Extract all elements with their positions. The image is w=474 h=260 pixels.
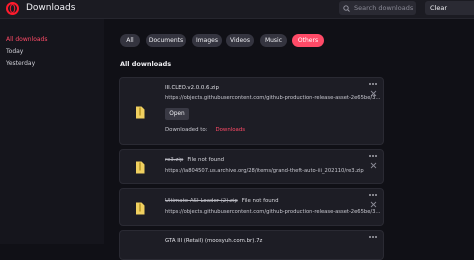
sidebar: All downloads Today Yesterday xyxy=(0,19,104,244)
downloaded-to-label: Downloaded to: xyxy=(165,127,208,133)
sidebar-item-all-downloads[interactable]: All downloads xyxy=(6,36,47,43)
file-name-row: re3.zip File not found xyxy=(165,157,224,163)
downloaded-to: Downloaded to: Downloads xyxy=(165,127,245,133)
search-box[interactable] xyxy=(339,1,416,15)
file-status: File not found xyxy=(241,198,279,204)
file-archive-icon xyxy=(136,106,145,119)
close-icon[interactable] xyxy=(370,162,377,169)
title-bar: Downloads Clear xyxy=(0,0,474,19)
file-url: https://ia804507.us.archive.org/28/items… xyxy=(165,168,364,174)
filter-images[interactable]: Images xyxy=(192,34,222,47)
downloads-folder-link[interactable]: Downloads xyxy=(215,127,245,133)
file-name[interactable]: GTA III (Retail) (moosyuh.com.br).7z xyxy=(165,238,262,244)
more-options-icon[interactable] xyxy=(368,234,378,240)
section-title: All downloads xyxy=(120,60,172,68)
close-icon[interactable] xyxy=(370,201,377,208)
more-options-icon[interactable] xyxy=(368,81,378,87)
opera-logo-icon xyxy=(6,2,19,15)
download-item: Ultimate-ASI-Loader (2).zip File not foun… xyxy=(119,188,384,226)
search-input[interactable] xyxy=(354,4,414,12)
file-status: File not found xyxy=(187,157,225,163)
file-archive-icon xyxy=(136,202,145,215)
filter-all[interactable]: All xyxy=(120,34,140,47)
download-item: re3.zip File not found https://ia804507.u… xyxy=(119,149,384,184)
window-title: Downloads xyxy=(26,3,76,13)
file-url: https://objects.githubusercontent.com/gi… xyxy=(165,209,381,215)
more-options-icon[interactable] xyxy=(368,192,378,198)
clear-button[interactable]: Clear xyxy=(425,1,474,15)
file-archive-icon xyxy=(136,161,145,174)
file-name: re3.zip xyxy=(165,157,184,163)
filter-music[interactable]: Music xyxy=(260,34,287,47)
download-item: III.CLEO.v2.0.0.6.zip https://objects.gi… xyxy=(119,77,384,145)
filter-others[interactable]: Others xyxy=(292,34,324,47)
filter-documents[interactable]: Documents xyxy=(146,34,186,47)
file-name[interactable]: III.CLEO.v2.0.0.6.zip xyxy=(165,85,219,91)
more-options-icon[interactable] xyxy=(368,153,378,159)
file-url: https://objects.githubusercontent.com/gi… xyxy=(165,95,381,101)
download-item: GTA III (Retail) (moosyuh.com.br).7z xyxy=(119,230,384,260)
search-icon xyxy=(343,4,350,12)
open-button[interactable]: Open xyxy=(165,108,189,120)
sidebar-item-today[interactable]: Today xyxy=(6,48,23,55)
file-name: Ultimate-ASI-Loader (2).zip xyxy=(165,198,238,204)
filter-videos[interactable]: Videos xyxy=(226,34,254,47)
file-name-row: Ultimate-ASI-Loader (2).zip File not foun… xyxy=(165,198,279,204)
sidebar-item-yesterday[interactable]: Yesterday xyxy=(6,60,35,67)
